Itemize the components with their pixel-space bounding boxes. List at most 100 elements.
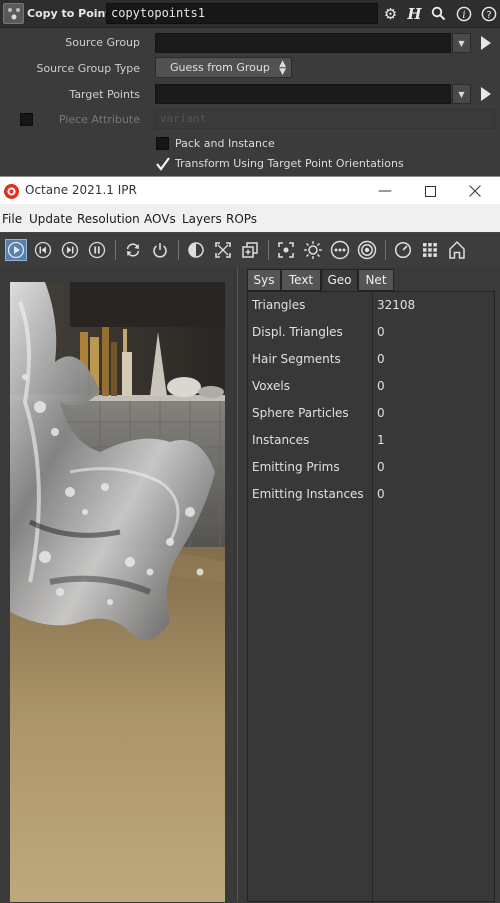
menu-layers[interactable]: Layers	[182, 212, 222, 226]
skip-forward-icon[interactable]	[59, 239, 81, 261]
contrast-icon[interactable]	[185, 239, 207, 261]
render-start-icon[interactable]	[5, 239, 27, 261]
stat-value: 0	[377, 460, 385, 474]
table-row: Voxels 0	[248, 373, 494, 400]
toolbar-separator	[178, 240, 179, 260]
table-row: Triangles 32108	[248, 292, 494, 319]
help-icon[interactable]: ?	[479, 4, 498, 23]
source-group-type-menu[interactable]: Guess from Group ▲ ▼	[155, 57, 292, 78]
transform-label: Transform Using Target Point Orientation…	[175, 157, 404, 170]
maximize-button[interactable]	[407, 177, 453, 205]
node-type-icon[interactable]	[3, 3, 24, 24]
tab-geo[interactable]: Geo	[321, 269, 358, 291]
select-arrow-icon[interactable]	[479, 34, 493, 52]
piece-attribute-field: variant	[155, 109, 495, 129]
focus-icon[interactable]	[275, 239, 297, 261]
source-group-label: Source Group	[65, 36, 140, 49]
power-icon[interactable]	[149, 239, 171, 261]
tab-text[interactable]: Text	[281, 269, 321, 291]
stat-name: Emitting Prims	[252, 460, 340, 474]
table-row: Instances 1	[248, 427, 494, 454]
table-row: Sphere Particles 0	[248, 400, 494, 427]
node-header: Copy to Points copytopoints1 ⚙ H i ?	[0, 0, 500, 28]
close-button[interactable]	[452, 177, 498, 205]
window-titlebar[interactable]: Octane 2021.1 IPR —	[0, 176, 500, 204]
node-name-field[interactable]: copytopoints1	[106, 3, 378, 24]
updown-arrows-icon: ▲ ▼	[279, 59, 286, 77]
more-icon[interactable]	[329, 239, 351, 261]
minimize-button[interactable]: —	[362, 177, 408, 205]
stat-name: Emitting Instances	[252, 487, 364, 501]
menu-rops[interactable]: ROPs	[226, 212, 257, 226]
close-icon	[469, 185, 481, 197]
stat-name: Triangles	[252, 298, 306, 312]
piece-attribute-value: variant	[160, 112, 207, 125]
render-viewport[interactable]	[10, 282, 225, 902]
stat-value: 0	[377, 352, 385, 366]
render-image	[10, 282, 225, 902]
geo-stats-table: Triangles 32108 Displ. Triangles 0 Hair …	[247, 291, 495, 903]
stat-name: Voxels	[252, 379, 290, 393]
source-group-type-label: Source Group Type	[36, 62, 140, 75]
source-group-type-value: Guess from Group	[170, 61, 270, 74]
tab-sys-label: Sys	[253, 273, 275, 287]
info-icon[interactable]: i	[454, 4, 473, 23]
select-arrow-icon[interactable]	[479, 85, 493, 103]
help-h-icon[interactable]: H	[405, 4, 424, 23]
check-icon	[156, 157, 170, 171]
source-group-field[interactable]	[155, 33, 451, 53]
viewport-margin	[10, 267, 225, 282]
pause-icon[interactable]	[86, 239, 108, 261]
menu-update[interactable]: Update	[29, 212, 72, 226]
home-icon[interactable]	[446, 239, 468, 261]
skip-back-icon[interactable]	[32, 239, 54, 261]
stat-value: 0	[377, 487, 385, 501]
toolbar-separator	[115, 240, 116, 260]
left-strip	[0, 267, 10, 902]
window-title: Octane 2021.1 IPR	[25, 183, 137, 197]
menu-aovs[interactable]: AOVs	[144, 212, 176, 226]
fit-view-icon[interactable]	[212, 239, 234, 261]
tab-sys[interactable]: Sys	[247, 269, 281, 291]
target-points-label: Target Points	[69, 88, 140, 101]
grid-icon[interactable]	[419, 239, 441, 261]
target-points-field[interactable]	[155, 84, 451, 104]
target-icon[interactable]	[356, 239, 378, 261]
octane-ipr-window: Octane 2021.1 IPR — File Update Resoluti…	[0, 176, 500, 903]
pack-instance-label: Pack and Instance	[175, 137, 275, 150]
stat-name: Instances	[252, 433, 310, 447]
stat-value: 0	[377, 379, 385, 393]
node-type-label: Copy to Points	[27, 7, 118, 20]
stat-name: Sphere Particles	[252, 406, 349, 420]
region-icon[interactable]	[239, 239, 261, 261]
octane-logo-icon	[4, 184, 19, 199]
stat-value: 0	[377, 325, 385, 339]
source-group-dropdown-icon[interactable]: ▼	[452, 33, 471, 53]
viewport-info-gap	[225, 267, 245, 902]
svg-text:i: i	[462, 10, 465, 21]
stat-value: 32108	[377, 298, 416, 312]
splitter[interactable]	[237, 267, 238, 902]
menu-file[interactable]: File	[2, 212, 22, 226]
table-row: Emitting Prims 0	[248, 454, 494, 481]
toolbar-separator	[268, 240, 269, 260]
piece-attribute-label: Piece Attribute	[58, 113, 140, 126]
menu-bar: File Update Resolution AOVs Layers ROPs	[0, 204, 500, 233]
toolbar-separator	[385, 240, 386, 260]
svg-text:?: ?	[486, 10, 491, 21]
sun-icon[interactable]	[302, 239, 324, 261]
target-points-dropdown-icon[interactable]: ▼	[452, 84, 471, 104]
stat-name: Hair Segments	[252, 352, 341, 366]
pack-instance-checkbox[interactable]	[156, 137, 169, 150]
menu-resolution[interactable]: Resolution	[77, 212, 140, 226]
parameter-panel: Copy to Points copytopoints1 ⚙ H i ? Sou…	[0, 0, 500, 176]
gear-icon[interactable]: ⚙	[381, 4, 400, 23]
tab-net[interactable]: Net	[358, 269, 394, 291]
transform-checkbox[interactable]	[156, 157, 170, 171]
search-icon[interactable]	[429, 4, 448, 23]
maximize-icon	[424, 185, 436, 197]
clock-icon[interactable]	[392, 239, 414, 261]
tab-net-label: Net	[365, 273, 387, 287]
tab-geo-label: Geo	[327, 273, 352, 287]
restart-icon[interactable]	[122, 239, 144, 261]
